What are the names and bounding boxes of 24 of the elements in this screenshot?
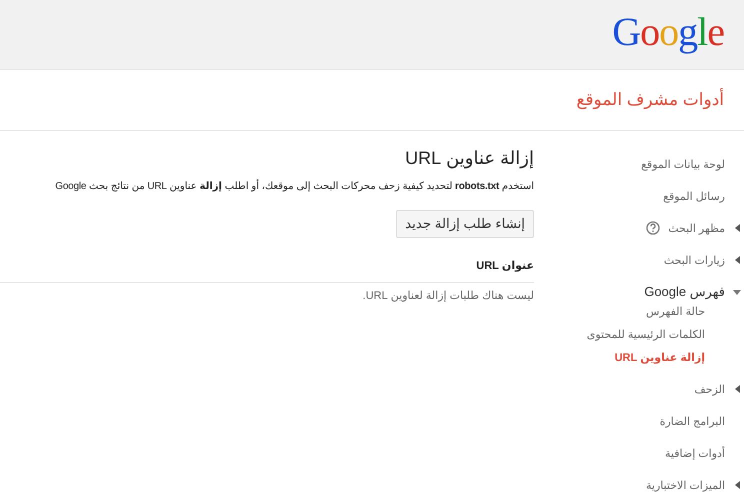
caret-down-icon[interactable] xyxy=(733,290,741,294)
product-title: أدوات مشرف الموقع xyxy=(576,90,724,110)
caret-left-icon[interactable] xyxy=(734,385,740,393)
sidebar-item[interactable]: إزالة عناوين URL xyxy=(614,351,710,364)
empty-message: ليست هناك طلبات إزالة لعناوين URL. xyxy=(362,289,534,302)
sidebar-item[interactable]: الزحف xyxy=(694,382,730,396)
caret-left-icon[interactable] xyxy=(734,481,740,489)
sidebar-item[interactable]: الكلمات الرئيسية للمحتوى xyxy=(586,328,710,341)
caret-left-icon[interactable] xyxy=(734,224,740,232)
help-icon[interactable] xyxy=(646,221,660,235)
sidebar-item[interactable]: رسائل الموقع xyxy=(663,190,744,202)
sidebar-item[interactable]: زيارات البحث xyxy=(664,254,730,266)
sidebar-item[interactable]: لوحة بيانات الموقع xyxy=(641,158,744,170)
sidebar-item[interactable]: حالة الفهرس xyxy=(646,305,710,318)
sidebar-item[interactable]: الميزات الاختبارية xyxy=(646,478,730,492)
sidebar-item[interactable]: أدوات إضافية xyxy=(665,446,744,460)
sidebar-item[interactable]: مظهر البحث xyxy=(668,222,730,234)
sidebar-item[interactable]: البرامج الضارة xyxy=(660,414,744,428)
google-logo: Google xyxy=(612,8,724,55)
page-heading: إزالة عناوين URL xyxy=(404,148,534,169)
sidebar-item[interactable]: فهرس Google xyxy=(644,284,730,300)
new-removal-request-button[interactable]: إنشاء طلب إزالة جديد xyxy=(396,210,534,238)
caret-left-icon[interactable] xyxy=(734,256,740,264)
column-header: عنوان URL xyxy=(476,259,534,272)
